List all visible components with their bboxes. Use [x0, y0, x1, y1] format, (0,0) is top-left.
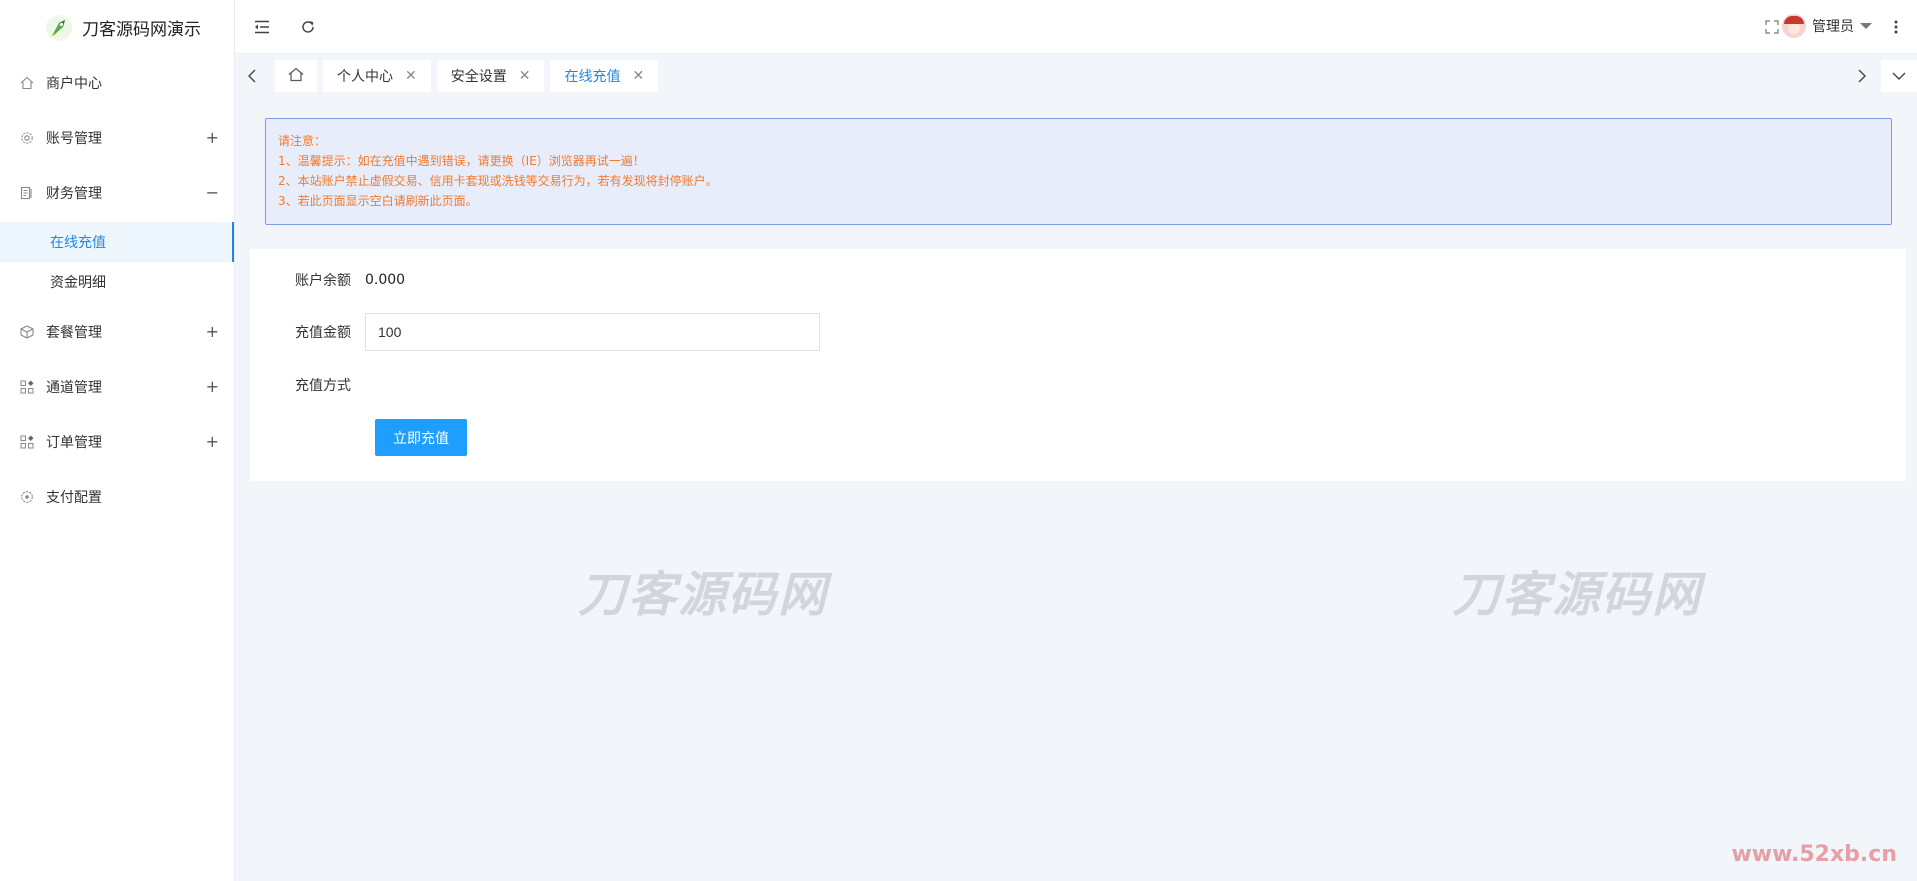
notice-line: 2、本站账户禁止虚假交易、信用卡套现或洗钱等交易行为，若有发现将封停账户。 — [278, 174, 718, 188]
tab-personal-center[interactable]: 个人中心 ✕ — [323, 60, 431, 92]
sidebar-item-label: 账号管理 — [46, 130, 102, 147]
expand-icon[interactable]: + — [206, 377, 219, 396]
balance-label: 账户余额 — [295, 273, 351, 289]
sidebar-item-package[interactable]: 套餐管理 + — [0, 304, 234, 359]
tab-security-settings[interactable]: 安全设置 ✕ — [436, 60, 545, 92]
tabs-scroll-left-icon[interactable] — [237, 60, 267, 92]
notice-line: 1、温馨提示：如在充值中遇到错误，请更换（IE）浏览器再试一遍！ — [278, 154, 645, 168]
user-name: 管理员 — [1812, 19, 1854, 35]
sidebar-item-merchant-center[interactable]: 商户中心 — [0, 55, 234, 110]
expand-icon[interactable]: + — [206, 322, 219, 341]
expand-icon[interactable]: + — [206, 128, 219, 147]
sidebar-item-label: 支付配置 — [46, 489, 102, 506]
finance-icon — [20, 186, 34, 200]
sidebar-item-label: 通道管理 — [46, 379, 102, 396]
settings-icon — [20, 490, 34, 504]
sidebar-subitem-label: 在线充值 — [50, 235, 106, 251]
tabs-dropdown-icon[interactable] — [1881, 60, 1917, 92]
user-menu[interactable]: 管理员 — [1782, 14, 1872, 38]
close-icon[interactable]: ✕ — [405, 68, 417, 84]
logo[interactable]: 刀客源码网演示 — [0, 0, 234, 55]
finance-submenu: 在线充值 资金明细 — [0, 220, 234, 304]
sidebar-item-label: 订单管理 — [46, 434, 102, 451]
watermark-text: 刀客源码网 — [1452, 567, 1703, 623]
tabs-scroll-right-icon[interactable] — [1847, 60, 1877, 92]
balance-row: 账户余额 0.000 — [250, 270, 405, 290]
sidebar-item-channel[interactable]: 通道管理 + — [0, 359, 234, 414]
method-label: 充值方式 — [295, 378, 351, 394]
home-icon — [20, 76, 34, 90]
close-icon[interactable]: ✕ — [632, 68, 644, 84]
amount-label: 充值金额 — [295, 325, 351, 341]
balance-value: 0.000 — [365, 272, 406, 288]
rocket-logo-icon — [44, 13, 74, 43]
grid-icon — [20, 380, 34, 394]
grid-icon — [20, 435, 34, 449]
package-icon — [20, 324, 34, 339]
tab-home[interactable] — [275, 60, 317, 92]
notice-box: 请注意： 1、温馨提示：如在充值中遇到错误，请更换（IE）浏览器再试一遍！ 2、… — [265, 118, 1892, 225]
method-row: 充值方式 — [250, 375, 361, 395]
refresh-icon[interactable] — [295, 14, 321, 40]
sidebar-subitem-fund-details[interactable]: 资金明细 — [0, 262, 234, 302]
recharge-amount-input[interactable] — [365, 313, 820, 351]
sidebar: 刀客源码网演示 商户中心 账号管理 + 财务管理 − 在线充值 资金明细 套餐管… — [0, 0, 235, 881]
recharge-form-panel: 账户余额 0.000 充值金额 充值方式 立即充值 — [250, 249, 1906, 481]
app-root: 刀客源码网演示 商户中心 账号管理 + 财务管理 − 在线充值 资金明细 套餐管… — [0, 0, 1917, 881]
sidebar-subitem-label: 资金明细 — [50, 275, 106, 291]
sidebar-item-label: 财务管理 — [46, 185, 102, 202]
watermark-text: 刀客源码网 — [578, 567, 829, 623]
top-header: 管理员 — [235, 0, 1917, 54]
sidebar-item-finance[interactable]: 财务管理 − — [0, 165, 234, 220]
close-icon[interactable]: ✕ — [519, 68, 531, 84]
home-icon — [288, 67, 304, 86]
avatar — [1782, 14, 1806, 38]
tab-strip: 个人中心 ✕ 安全设置 ✕ 在线充值 ✕ — [235, 54, 1917, 99]
collapse-icon[interactable]: − — [206, 183, 219, 202]
sidebar-item-payment-config[interactable]: 支付配置 — [0, 469, 234, 524]
menu-fold-icon[interactable] — [249, 14, 275, 40]
tab-online-recharge[interactable]: 在线充值 ✕ — [550, 60, 659, 92]
sidebar-item-order[interactable]: 订单管理 + — [0, 414, 234, 469]
sidebar-item-label: 套餐管理 — [46, 324, 102, 341]
notice-line: 3、若此页面显示空白请刷新此页面。 — [278, 194, 478, 208]
tab-list: 个人中心 ✕ 安全设置 ✕ 在线充值 ✕ — [275, 60, 659, 92]
sidebar-item-label: 商户中心 — [46, 75, 102, 92]
caret-down-icon — [1860, 18, 1872, 34]
site-watermark: www.52xb.cn — [1731, 842, 1897, 867]
brand-title: 刀客源码网演示 — [82, 20, 201, 40]
tab-label: 在线充值 — [564, 69, 621, 85]
tab-label: 安全设置 — [450, 69, 507, 85]
more-vertical-icon[interactable] — [1883, 14, 1909, 40]
recharge-submit-button[interactable]: 立即充值 — [375, 419, 467, 456]
sidebar-item-account[interactable]: 账号管理 + — [0, 110, 234, 165]
notice-title: 请注意： — [278, 134, 327, 148]
gear-icon — [20, 131, 34, 145]
amount-row: 充值金额 — [250, 313, 820, 351]
expand-icon[interactable]: + — [206, 432, 219, 451]
sidebar-nav: 商户中心 账号管理 + 财务管理 − 在线充值 资金明细 套餐管理 + 通道管理… — [0, 55, 234, 524]
sidebar-subitem-online-recharge[interactable]: 在线充值 — [0, 222, 234, 262]
tab-label: 个人中心 — [337, 69, 393, 85]
